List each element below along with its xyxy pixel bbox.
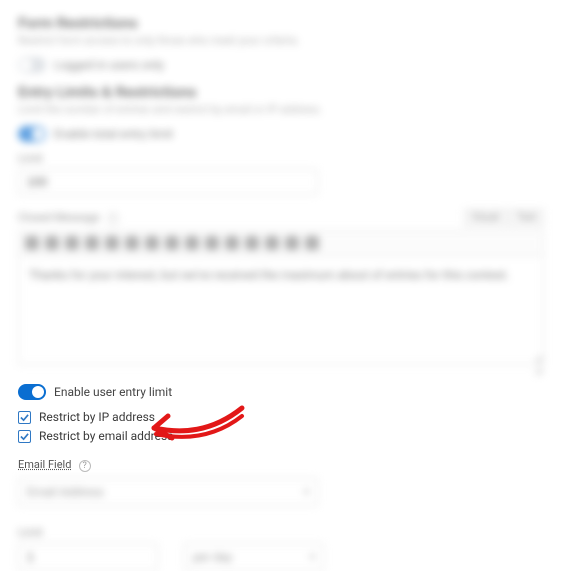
logged-in-users-label: Logged in users only: [54, 58, 164, 72]
email-field-value: Email Address: [27, 485, 104, 499]
check-icon: [20, 413, 29, 422]
closed-message-label: Closed Message: [18, 211, 99, 224]
editor-toolbar: [18, 230, 544, 255]
email-field-select[interactable]: Email Address ▾: [18, 478, 318, 506]
total-limit-input[interactable]: [18, 169, 318, 195]
enable-total-entry-limit-toggle[interactable]: [18, 126, 46, 142]
underline-icon[interactable]: [65, 236, 79, 250]
restrict-ip-label: Restrict by IP address: [39, 410, 155, 424]
bold-icon[interactable]: [25, 236, 39, 250]
entry-limits-heading: Entry Limits & Restrictions: [18, 83, 544, 101]
enable-user-entry-limit-toggle[interactable]: [18, 384, 46, 400]
per-label: [184, 526, 324, 539]
user-limit-label: Limit: [18, 526, 158, 539]
bullet-list-icon[interactable]: [105, 236, 119, 250]
more-icon[interactable]: [305, 236, 319, 250]
help-icon[interactable]: ?: [107, 213, 119, 225]
redo-icon[interactable]: [285, 236, 299, 250]
user-limit-input[interactable]: [18, 543, 158, 571]
link-icon[interactable]: [225, 236, 239, 250]
enable-user-entry-limit-label: Enable user entry limit: [54, 385, 172, 399]
unlink-icon[interactable]: [245, 236, 259, 250]
limit-label: Limit: [18, 152, 544, 165]
restrict-email-label: Restrict by email address: [39, 429, 173, 443]
undo-icon[interactable]: [265, 236, 279, 250]
form-restrictions-heading: Form Restrictions: [18, 14, 544, 32]
quote-icon[interactable]: [145, 236, 159, 250]
per-value: per day: [193, 550, 232, 564]
per-select[interactable]: per day ▾: [184, 543, 324, 571]
closed-message-editor[interactable]: Thanks for your interest, but we've rece…: [18, 255, 544, 365]
tab-text[interactable]: Text: [509, 209, 544, 226]
strike-icon[interactable]: [85, 236, 99, 250]
restrict-ip-checkbox[interactable]: [18, 411, 31, 424]
align-center-icon[interactable]: [185, 236, 199, 250]
tab-visual[interactable]: Visual: [464, 209, 507, 226]
help-icon[interactable]: ?: [79, 460, 91, 472]
italic-icon[interactable]: [45, 236, 59, 250]
restrict-email-checkbox[interactable]: [18, 430, 31, 443]
align-left-icon[interactable]: [165, 236, 179, 250]
enable-total-entry-limit-label: Enable total entry limit: [54, 127, 173, 141]
numbered-list-icon[interactable]: [125, 236, 139, 250]
chevron-down-icon: ▾: [310, 552, 315, 563]
chevron-down-icon: ▾: [304, 487, 309, 498]
check-icon: [20, 432, 29, 441]
align-right-icon[interactable]: [205, 236, 219, 250]
entry-limits-subtitle: Limit the number of entries and restrict…: [18, 103, 544, 116]
form-restrictions-subtitle: Restrict form access to only those who m…: [18, 34, 544, 47]
resize-handle-icon[interactable]: ◢: [18, 365, 544, 376]
logged-in-users-toggle[interactable]: [18, 57, 46, 73]
email-field-label: Email Field: [18, 458, 71, 471]
